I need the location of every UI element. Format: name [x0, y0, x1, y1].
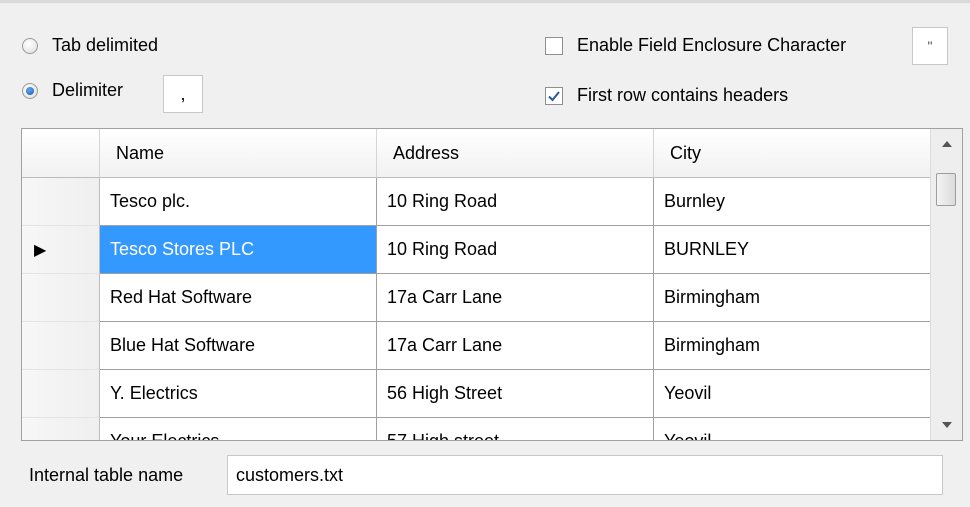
row-header[interactable]	[22, 370, 100, 418]
table-cell[interactable]: BURNLEY	[654, 226, 931, 274]
table-name-label: Internal table name	[29, 465, 184, 485]
row-header[interactable]: ▶	[22, 226, 100, 274]
delimiter-value: ,	[180, 83, 186, 104]
table-cell[interactable]: Yeovil	[654, 418, 931, 440]
column-header-name[interactable]: Name	[100, 129, 377, 178]
enclosure-char-value: "	[927, 38, 933, 54]
table-cell[interactable]: Birmingham	[654, 322, 931, 370]
table-row[interactable]: Tesco plc. 10 Ring Road Burnley	[22, 178, 931, 226]
enclosure-option[interactable]: Enable Field Enclosure Character	[545, 35, 846, 56]
delimiter-label: Delimiter	[52, 80, 124, 100]
row-header[interactable]	[22, 322, 100, 370]
table-cell[interactable]: Your Electrics	[100, 418, 377, 440]
headers-option[interactable]: First row contains headers	[545, 85, 788, 106]
triangle-up-icon	[941, 141, 952, 147]
delimiter-radio[interactable]	[22, 82, 38, 99]
delimiter-input[interactable]: ,	[163, 75, 203, 113]
delimiter-option[interactable]: Delimiter	[22, 80, 123, 101]
row-header[interactable]	[22, 178, 100, 226]
grid-rows: Tesco plc. 10 Ring Road Burnley ▶ Tesco …	[22, 178, 931, 440]
table-row[interactable]: Red Hat Software 17a Carr Lane Birmingha…	[22, 274, 931, 322]
table-cell[interactable]: 17a Carr Lane	[377, 274, 654, 322]
table-cell[interactable]: Blue Hat Software	[100, 322, 377, 370]
top-divider	[0, 0, 970, 4]
table-cell[interactable]: 10 Ring Road	[377, 178, 654, 226]
row-header[interactable]	[22, 418, 100, 440]
table-cell[interactable]: 56 High Street	[377, 370, 654, 418]
table-cell-selected[interactable]: Tesco Stores PLC	[100, 226, 377, 274]
column-header-label: Address	[393, 142, 460, 163]
enclosure-char-input[interactable]: "	[912, 27, 948, 65]
current-row-arrow-icon: ▶	[34, 241, 47, 259]
table-cell[interactable]: Birmingham	[654, 274, 931, 322]
table-row[interactable]: Your Electrics 57 High street Yeovil	[22, 418, 931, 440]
column-header-address[interactable]: Address	[377, 129, 654, 178]
table-cell[interactable]: Yeovil	[654, 370, 931, 418]
checkmark-icon	[548, 90, 560, 101]
table-cell[interactable]: Burnley	[654, 178, 931, 226]
column-header-city[interactable]: City	[654, 129, 931, 178]
column-header-label: City	[670, 142, 701, 163]
triangle-down-icon	[941, 422, 952, 428]
table-cell[interactable]: Red Hat Software	[100, 274, 377, 322]
enclosure-checkbox[interactable]	[545, 36, 563, 55]
table-cell[interactable]: 57 High street	[377, 418, 654, 440]
table-cell[interactable]: Y. Electrics	[100, 370, 377, 418]
tab-delimited-option[interactable]: Tab delimited	[22, 35, 158, 56]
grid-header-row: Name Address City	[22, 129, 931, 178]
headers-label: First row contains headers	[577, 85, 789, 105]
enclosure-label: Enable Field Enclosure Character	[577, 35, 847, 55]
table-row[interactable]: Blue Hat Software 17a Carr Lane Birmingh…	[22, 322, 931, 370]
tab-delimited-radio[interactable]	[22, 37, 38, 54]
column-header-label: Name	[116, 142, 165, 163]
table-cell[interactable]: Tesco plc.	[100, 178, 377, 226]
table-row[interactable]: ▶ Tesco Stores PLC 10 Ring Road BURNLEY	[22, 226, 931, 274]
table-row[interactable]: Y. Electrics 56 High Street Yeovil	[22, 370, 931, 418]
data-grid[interactable]: Name Address City Tesco plc. 10 Ring Roa…	[21, 128, 963, 441]
vertical-scrollbar[interactable]	[930, 129, 962, 440]
row-header[interactable]	[22, 274, 100, 322]
headers-checkbox[interactable]	[545, 86, 563, 105]
table-name-value: customers.txt	[236, 464, 344, 485]
table-cell[interactable]: 10 Ring Road	[377, 226, 654, 274]
grid-corner-cell[interactable]	[22, 129, 100, 178]
scroll-thumb[interactable]	[936, 173, 956, 206]
scroll-up-button[interactable]	[931, 129, 962, 159]
table-cell[interactable]: 17a Carr Lane	[377, 322, 654, 370]
table-name-input[interactable]: customers.txt	[227, 455, 943, 495]
tab-delimited-label: Tab delimited	[52, 35, 159, 55]
scroll-down-button[interactable]	[931, 410, 962, 440]
